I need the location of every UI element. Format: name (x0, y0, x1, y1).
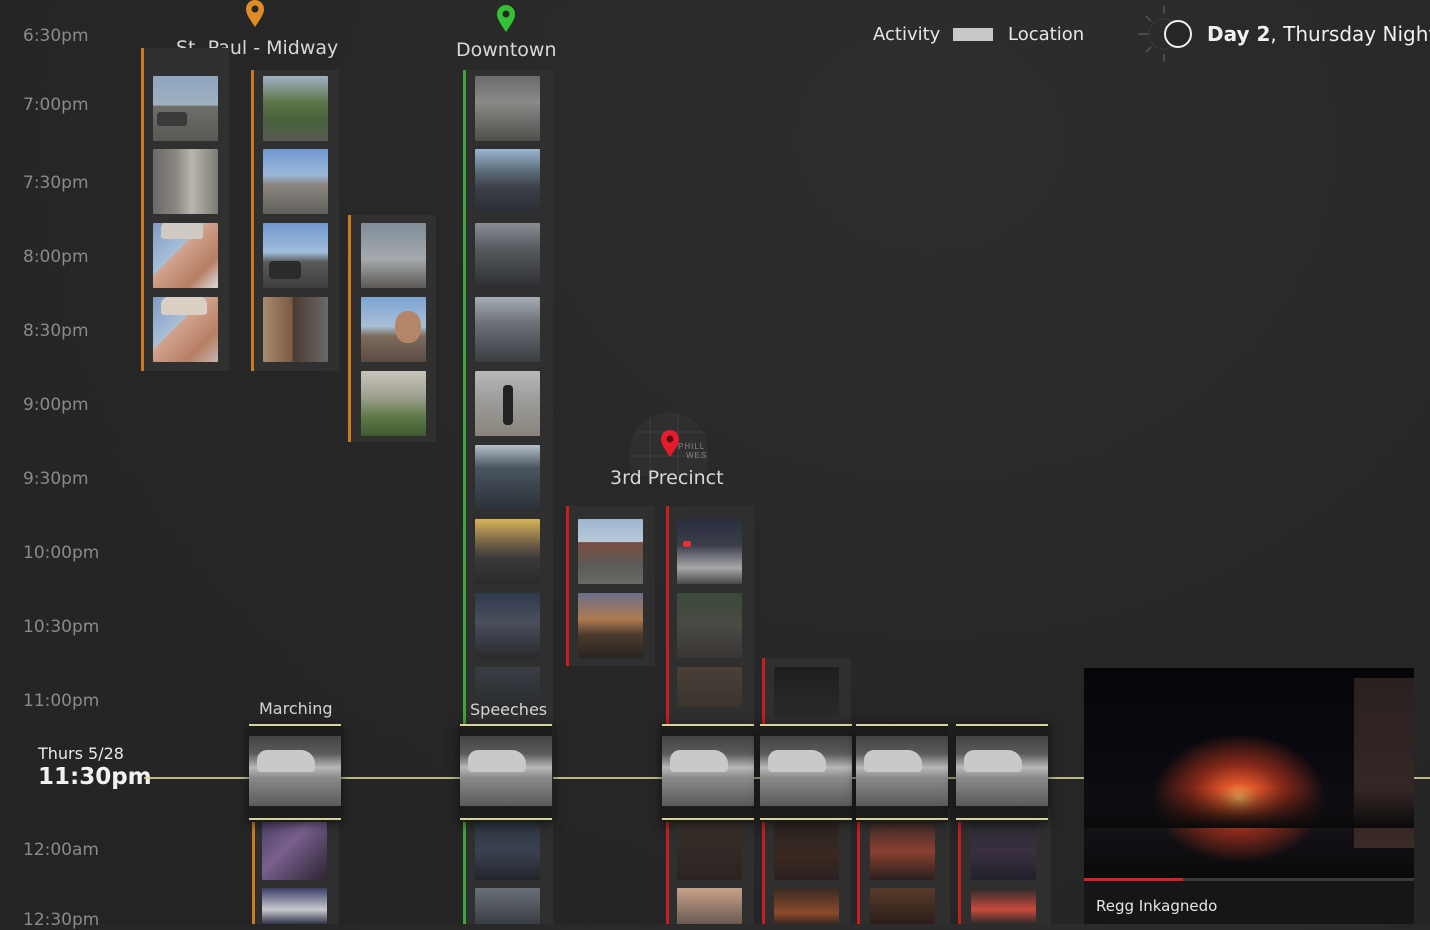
video-thumbnail[interactable] (971, 888, 1036, 924)
day-indicator: Day 2, Thursday Night (1207, 22, 1430, 46)
video-thumbnail[interactable] (578, 593, 643, 658)
video-thumbnail[interactable] (153, 297, 218, 362)
location-label-precinct[interactable]: 3rd Precinct (610, 467, 724, 489)
video-thumbnail[interactable] (263, 149, 328, 214)
video-thumbnail[interactable] (475, 297, 540, 362)
current-frame-card[interactable] (856, 724, 948, 822)
time-label: 10:00pm (23, 543, 100, 563)
video-thumbnail[interactable] (774, 888, 839, 924)
location-pin-icon[interactable] (245, 0, 265, 28)
video-player[interactable]: Regg Inkagnedo (1084, 668, 1414, 924)
video-thumbnail[interactable] (870, 822, 935, 880)
activity-label-marching: Marching (259, 699, 333, 718)
video-thumbnail[interactable] (475, 149, 540, 214)
video-thumbnail[interactable] (262, 888, 327, 924)
video-thumbnail[interactable] (475, 519, 540, 584)
time-label: 8:30pm (23, 321, 89, 341)
video-thumbnail[interactable] (774, 667, 839, 717)
time-label: 11:00pm (23, 691, 100, 711)
video-thumbnail[interactable] (361, 297, 426, 362)
video-thumbnail[interactable] (262, 822, 327, 880)
time-label: 8:00pm (23, 247, 89, 267)
location-pin-icon[interactable] (660, 430, 680, 458)
video-thumbnail[interactable] (475, 371, 540, 436)
video-thumbnail[interactable] (677, 667, 742, 707)
video-thumbnail[interactable] (361, 371, 426, 436)
legend-toggle[interactable] (953, 28, 993, 41)
video-thumbnail[interactable] (774, 822, 839, 880)
current-frame-card[interactable] (662, 724, 754, 822)
video-thumbnail[interactable] (475, 223, 540, 288)
legend-activity-label[interactable]: Activity (873, 24, 940, 45)
video-thumbnail[interactable] (263, 223, 328, 288)
video-thumbnail[interactable] (971, 822, 1036, 880)
video-thumbnail[interactable] (475, 76, 540, 141)
video-thumbnail[interactable] (153, 149, 218, 214)
video-thumbnail[interactable] (475, 593, 540, 658)
video-thumbnail[interactable] (677, 519, 742, 584)
current-date: Thurs 5/28 (38, 744, 124, 763)
map-street-label: WES (686, 451, 708, 460)
video-thumbnail[interactable] (475, 822, 540, 880)
current-time: 11:30pm (38, 764, 152, 790)
video-author: Regg Inkagnedo (1096, 897, 1218, 915)
time-label: 9:30pm (23, 469, 89, 489)
time-label: 12:00am (23, 840, 99, 860)
video-progress-track[interactable] (1084, 878, 1414, 881)
night-moon-icon (1138, 6, 1192, 62)
video-thumbnail[interactable] (677, 822, 742, 880)
time-label: 6:30pm (23, 26, 89, 46)
video-thumbnail[interactable] (677, 593, 742, 658)
video-thumbnail[interactable] (153, 76, 218, 141)
current-frame-card[interactable] (760, 724, 852, 822)
time-label: 10:30pm (23, 617, 100, 637)
activity-label-speeches: Speeches (470, 700, 548, 719)
day-period: , Thursday Night (1270, 22, 1430, 46)
map-street-label: PHILL (678, 442, 706, 451)
video-thumbnail[interactable] (263, 297, 328, 362)
video-frame[interactable] (1084, 668, 1414, 878)
current-frame-card[interactable] (460, 724, 552, 822)
time-label: 12:30pm (23, 910, 100, 930)
legend-location-label[interactable]: Location (1008, 24, 1084, 45)
current-frame-card[interactable] (956, 724, 1048, 822)
video-thumbnail[interactable] (475, 888, 540, 924)
day-number: Day 2 (1207, 22, 1271, 46)
video-thumbnail[interactable] (870, 888, 935, 924)
video-thumbnail[interactable] (153, 223, 218, 288)
video-thumbnail[interactable] (677, 888, 742, 924)
video-thumbnail[interactable] (361, 223, 426, 288)
location-pin-icon[interactable] (496, 5, 516, 33)
video-progress-fill (1084, 878, 1183, 881)
time-label: 9:00pm (23, 395, 89, 415)
time-label: 7:30pm (23, 173, 89, 193)
video-thumbnail[interactable] (263, 76, 328, 141)
video-thumbnail[interactable] (578, 519, 643, 584)
current-frame-card[interactable] (249, 724, 341, 822)
location-label-downtown[interactable]: Downtown (456, 39, 557, 61)
video-thumbnail[interactable] (475, 445, 540, 510)
time-label: 7:00pm (23, 95, 89, 115)
